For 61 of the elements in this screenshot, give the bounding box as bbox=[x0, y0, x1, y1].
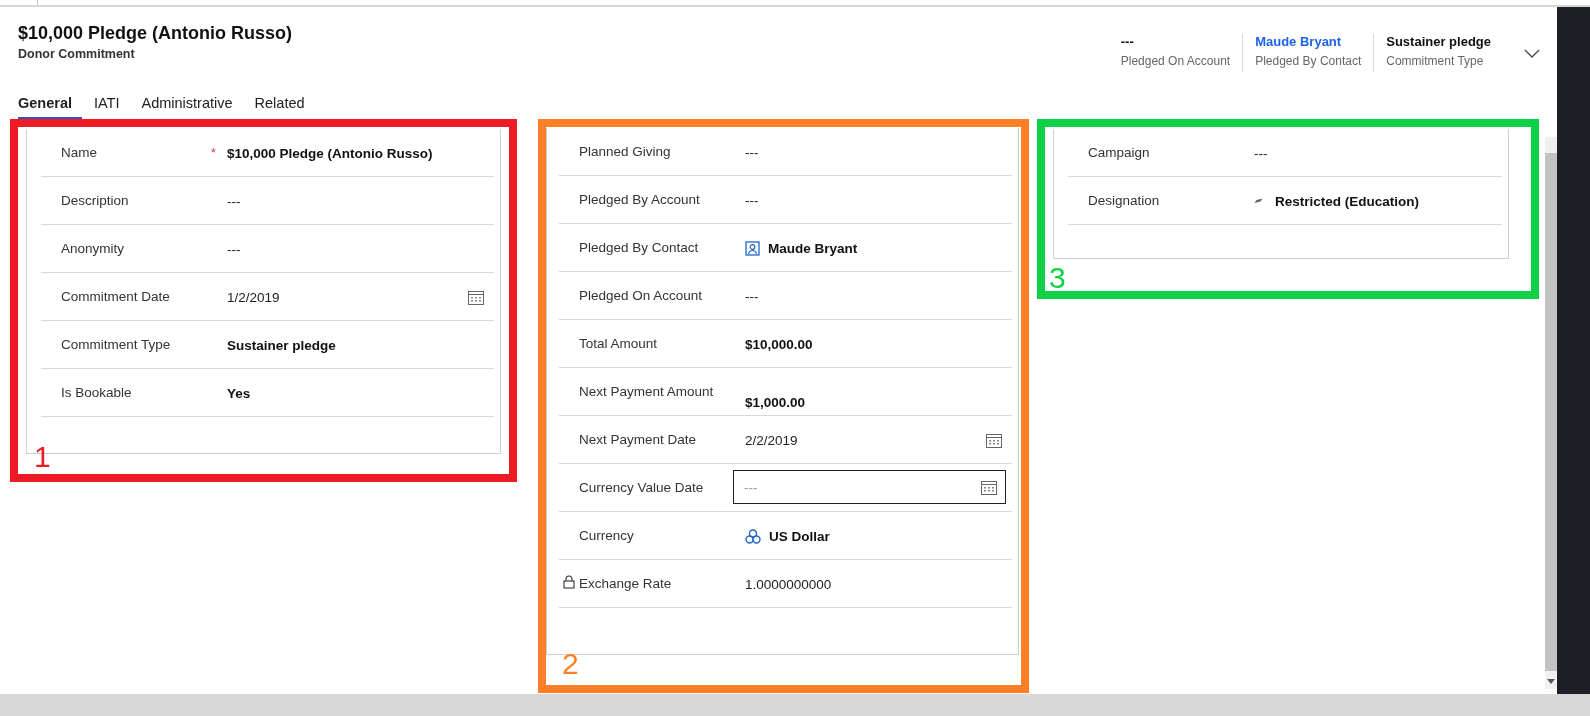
pencil-icon bbox=[1254, 198, 1263, 204]
lookup-link[interactable]: Restricted (Education) bbox=[1275, 193, 1420, 209]
field-value: --- bbox=[745, 288, 759, 304]
field-label: Currency Value Date bbox=[579, 479, 704, 497]
entity-type: Donor Commitment bbox=[18, 47, 136, 61]
field-value: --- bbox=[745, 192, 759, 208]
chevron-down-icon[interactable] bbox=[1524, 49, 1540, 59]
required-mark: * bbox=[211, 146, 216, 160]
tab[interactable]: General bbox=[18, 95, 82, 119]
contact-card-icon bbox=[745, 240, 760, 256]
field-value: $10,000.00 bbox=[745, 336, 813, 352]
field-label: Pledged By Contact bbox=[579, 239, 699, 257]
field-value: $1,000.00 bbox=[745, 394, 806, 410]
calendar-icon[interactable] bbox=[986, 432, 1002, 448]
field-label: Description bbox=[61, 192, 129, 210]
date-value: 2/2/2019 bbox=[745, 432, 798, 448]
field-label: Designation bbox=[1088, 192, 1160, 210]
field-label: Next Payment Amount bbox=[579, 383, 714, 401]
annotation-number: 3 bbox=[1049, 261, 1066, 295]
tab[interactable]: IATI bbox=[94, 95, 130, 119]
field-label: Campaign bbox=[1088, 144, 1150, 162]
header-field-link[interactable]: Maude Bryant bbox=[1255, 34, 1362, 49]
lookup-link[interactable]: Maude Bryant bbox=[768, 240, 858, 256]
record-title: $10,000 Pledge (Antonio Russo) bbox=[18, 23, 293, 44]
lookup-link[interactable]: US Dollar bbox=[769, 528, 830, 544]
header-field-value: Sustainer pledge bbox=[1386, 34, 1491, 49]
currency-icon bbox=[745, 528, 761, 544]
field-value: $10,000 Pledge (Antonio Russo) bbox=[227, 145, 433, 161]
field-label: Planned Giving bbox=[579, 143, 671, 161]
field-label: Anonymity bbox=[61, 240, 125, 258]
scrollbar[interactable] bbox=[1545, 137, 1557, 689]
annotation-number: 1 bbox=[34, 440, 51, 474]
field-label: Next Payment Date bbox=[579, 431, 697, 449]
field-label: Currency bbox=[579, 527, 634, 545]
header-field-value: --- bbox=[1120, 34, 1135, 49]
date-input-field[interactable]: --- bbox=[733, 470, 1006, 504]
field-value: 1.0000000000 bbox=[745, 576, 832, 592]
field-value: --- bbox=[1254, 145, 1268, 161]
field-label: Total Amount bbox=[579, 335, 658, 353]
header-field-label: Pledged By Contact bbox=[1255, 54, 1362, 68]
field-value: Sustainer pledge bbox=[227, 337, 336, 353]
annotation-number: 2 bbox=[562, 647, 579, 681]
field-label: Pledged By Account bbox=[579, 191, 700, 209]
field-label: Pledged On Account bbox=[579, 287, 703, 305]
tab[interactable]: Related bbox=[254, 95, 315, 119]
field-label: Exchange Rate bbox=[579, 575, 672, 593]
field-label: Name bbox=[61, 144, 97, 162]
field-value: --- bbox=[745, 144, 759, 160]
field-value: --- bbox=[227, 193, 241, 209]
date-value: 1/2/2019 bbox=[227, 289, 280, 305]
tab[interactable]: Administrative bbox=[141, 95, 243, 119]
field-value: --- bbox=[227, 241, 241, 257]
header-field-label: Commitment Type bbox=[1386, 54, 1485, 68]
field-label: Commitment Date bbox=[61, 288, 170, 306]
field-value: Yes bbox=[227, 385, 251, 401]
calendar-icon[interactable] bbox=[468, 289, 484, 305]
field-label: Commitment Type bbox=[61, 336, 171, 354]
calendar-icon[interactable] bbox=[981, 480, 997, 495]
field-label: Is Bookable bbox=[61, 384, 132, 402]
header-field-label: Pledged On Account bbox=[1120, 54, 1231, 68]
scroll-down-arrow-icon[interactable] bbox=[1547, 679, 1555, 684]
